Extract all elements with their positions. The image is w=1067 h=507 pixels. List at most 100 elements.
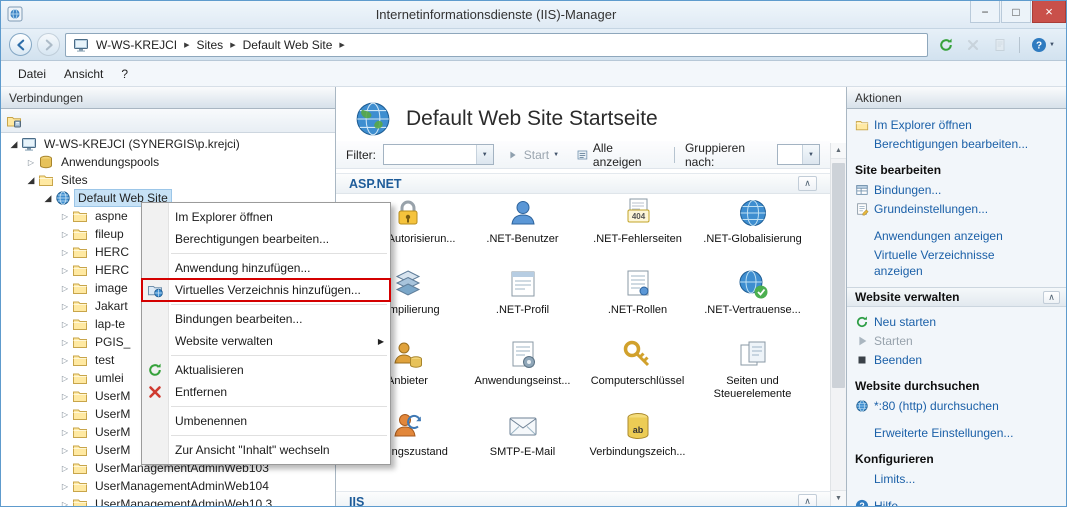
- context-menu-item[interactable]: Berechtigungen bearbeiten...: [142, 228, 390, 250]
- feature-item[interactable]: Anwendungseinst...: [465, 337, 580, 408]
- feature-item[interactable]: ab Verbindungszeich...: [580, 408, 695, 479]
- feature-item[interactable]: SMTP-E-Mail: [465, 408, 580, 479]
- breadcrumb-bar[interactable]: W-WS-KREJCI ▶ Sites ▶ Default Web Site ▶: [65, 32, 929, 57]
- breadcrumb-item[interactable]: W-WS-KREJCI: [96, 38, 177, 52]
- context-menu-item[interactable]: Entfernen: [142, 381, 390, 403]
- context-menu-item-label: Bindungen bearbeiten...: [175, 312, 303, 326]
- add-connection-icon[interactable]: [6, 113, 22, 129]
- action-link[interactable]: Anwendungen anzeigen: [855, 226, 1060, 245]
- section-header-aspnet: ASP.NET ∧: [336, 173, 830, 194]
- expand-arrow-icon[interactable]: ▷: [58, 392, 72, 401]
- page-title: Default Web Site Startseite: [406, 107, 658, 130]
- feature-item[interactable]: .NET-Vertrauense...: [695, 266, 810, 337]
- expand-arrow-icon[interactable]: ▷: [58, 320, 72, 329]
- action-link[interactable]: Limits...: [855, 469, 1060, 488]
- collapse-chevron-icon[interactable]: ∧: [1043, 290, 1060, 304]
- tree-item[interactable]: ◢ W-WS-KREJCI (SYNERGIS\p.krejci): [1, 135, 335, 153]
- close-button[interactable]: ×: [1032, 1, 1066, 23]
- menubar-item[interactable]: Ansicht: [55, 63, 112, 85]
- expand-arrow-icon[interactable]: ▷: [58, 302, 72, 311]
- collapse-arrow-icon[interactable]: ◢: [41, 193, 55, 204]
- collapse-arrow-icon[interactable]: ◢: [24, 175, 38, 186]
- tree-item[interactable]: ▷ UserManagementAdminWeb10.3: [1, 495, 335, 506]
- action-link[interactable]: Berechtigungen bearbeiten...: [855, 134, 1060, 153]
- back-button[interactable]: [9, 33, 32, 56]
- context-menu-item[interactable]: Website verwalten ▶: [142, 330, 390, 352]
- expand-arrow-icon[interactable]: ▷: [58, 464, 72, 473]
- action-link[interactable]: Im Explorer öffnen: [855, 115, 1060, 134]
- refresh-button[interactable]: [935, 34, 957, 56]
- feature-item[interactable]: .NET-Benutzer: [465, 195, 580, 266]
- action-link[interactable]: Beenden: [855, 350, 1060, 369]
- expand-arrow-icon[interactable]: ▷: [58, 374, 72, 383]
- expand-arrow-icon[interactable]: ▷: [58, 356, 72, 365]
- svg-text:404: 404: [631, 212, 645, 221]
- expand-arrow-icon[interactable]: ▷: [58, 230, 72, 239]
- breadcrumb-item[interactable]: Default Web Site: [243, 38, 333, 52]
- expand-arrow-icon[interactable]: ▷: [58, 284, 72, 293]
- collapse-chevron-icon[interactable]: ∧: [798, 176, 817, 191]
- expand-arrow-icon[interactable]: ▷: [24, 158, 38, 167]
- feature-item[interactable]: Seiten und Steuerelemente: [695, 337, 810, 408]
- combo-dropdown-icon[interactable]: ▼: [801, 145, 819, 164]
- tree-item[interactable]: ◢ Sites: [1, 171, 335, 189]
- action-link[interactable]: ? Hilfe: [855, 496, 1060, 506]
- expand-arrow-icon[interactable]: ▷: [58, 410, 72, 419]
- menubar-item[interactable]: Datei: [9, 63, 55, 85]
- maximize-button[interactable]: □: [1001, 1, 1031, 23]
- forward-button[interactable]: [37, 33, 60, 56]
- expand-arrow-icon[interactable]: ▷: [58, 428, 72, 437]
- scroll-down-icon[interactable]: ▼: [831, 490, 846, 506]
- expand-arrow-icon[interactable]: ▷: [58, 212, 72, 221]
- group-by-label: Gruppieren nach:: [684, 140, 746, 169]
- feature-item[interactable]: 404 .NET-Fehlerseiten: [580, 195, 695, 266]
- action-link[interactable]: Virtuelle Verzeichnisse anzeigen: [855, 245, 1060, 279]
- expand-arrow-icon[interactable]: ▷: [58, 266, 72, 275]
- action-link[interactable]: *:80 (http) durchsuchen: [855, 396, 1060, 415]
- tree-item[interactable]: ▷ UserManagementAdminWeb104: [1, 477, 335, 495]
- context-menu-item[interactable]: Bindungen bearbeiten...: [142, 308, 390, 330]
- group-by-combobox[interactable]: ▼: [777, 144, 820, 165]
- actions-section-bar[interactable]: Website verwalten ∧: [847, 287, 1066, 307]
- expand-arrow-icon[interactable]: ▷: [58, 338, 72, 347]
- tree-item-label: W-WS-KREJCI (SYNERGIS\p.krejci): [44, 137, 240, 151]
- vertical-scrollbar[interactable]: ▲ ▼: [830, 143, 846, 506]
- expand-arrow-icon[interactable]: ▷: [58, 248, 72, 257]
- show-all-button[interactable]: Alle anzeigen: [571, 139, 664, 171]
- breadcrumb-item[interactable]: Sites: [197, 38, 224, 52]
- combo-dropdown-icon[interactable]: ▼: [475, 145, 493, 164]
- filter-start-button[interactable]: Start ▼: [501, 146, 564, 164]
- feature-item[interactable]: Computerschlüssel: [580, 337, 695, 408]
- tree-item[interactable]: ▷ Anwendungspools: [1, 153, 335, 171]
- action-link[interactable]: Starten: [855, 331, 1060, 350]
- feature-item[interactable]: .NET-Profil: [465, 266, 580, 337]
- sites-folder-icon: [38, 172, 54, 188]
- minimize-button[interactable]: −: [970, 1, 1000, 23]
- action-link[interactable]: Neu starten: [855, 312, 1060, 331]
- context-menu-item[interactable]: Virtuelles Verzeichnis hinzufügen...: [141, 278, 391, 302]
- collapse-chevron-icon[interactable]: ∧: [798, 494, 817, 506]
- scroll-up-icon[interactable]: ▲: [831, 143, 846, 159]
- expand-arrow-icon[interactable]: ▷: [58, 482, 72, 491]
- context-menu-item[interactable]: Zur Ansicht "Inhalt" wechseln: [142, 439, 390, 461]
- properties-button[interactable]: [989, 34, 1011, 56]
- scrollbar-thumb[interactable]: [832, 163, 845, 388]
- feature-item[interactable]: .NET-Rollen: [580, 266, 695, 337]
- expand-arrow-icon[interactable]: ▷: [58, 446, 72, 455]
- feature-item[interactable]: .NET-Globalisierung: [695, 195, 810, 266]
- filter-combobox[interactable]: ▼: [383, 144, 494, 165]
- help-button[interactable]: ? ▼: [1028, 34, 1058, 56]
- action-link[interactable]: Grundeinstellungen...: [855, 199, 1060, 218]
- expand-arrow-icon[interactable]: ▷: [58, 500, 72, 507]
- menubar-item[interactable]: ?: [112, 63, 137, 85]
- show-all-label: Alle anzeigen: [592, 140, 642, 169]
- context-menu-item[interactable]: Umbenennen: [142, 410, 390, 432]
- computer-icon: [21, 136, 37, 152]
- context-menu-item[interactable]: Im Explorer öffnen: [142, 206, 390, 228]
- action-link[interactable]: Bindungen...: [855, 180, 1060, 199]
- collapse-arrow-icon[interactable]: ◢: [7, 139, 21, 150]
- stop-button[interactable]: [962, 34, 984, 56]
- context-menu-item[interactable]: Anwendung hinzufügen...: [142, 257, 390, 279]
- context-menu-item[interactable]: Aktualisieren: [142, 359, 390, 381]
- action-link[interactable]: Erweiterte Einstellungen...: [855, 423, 1060, 442]
